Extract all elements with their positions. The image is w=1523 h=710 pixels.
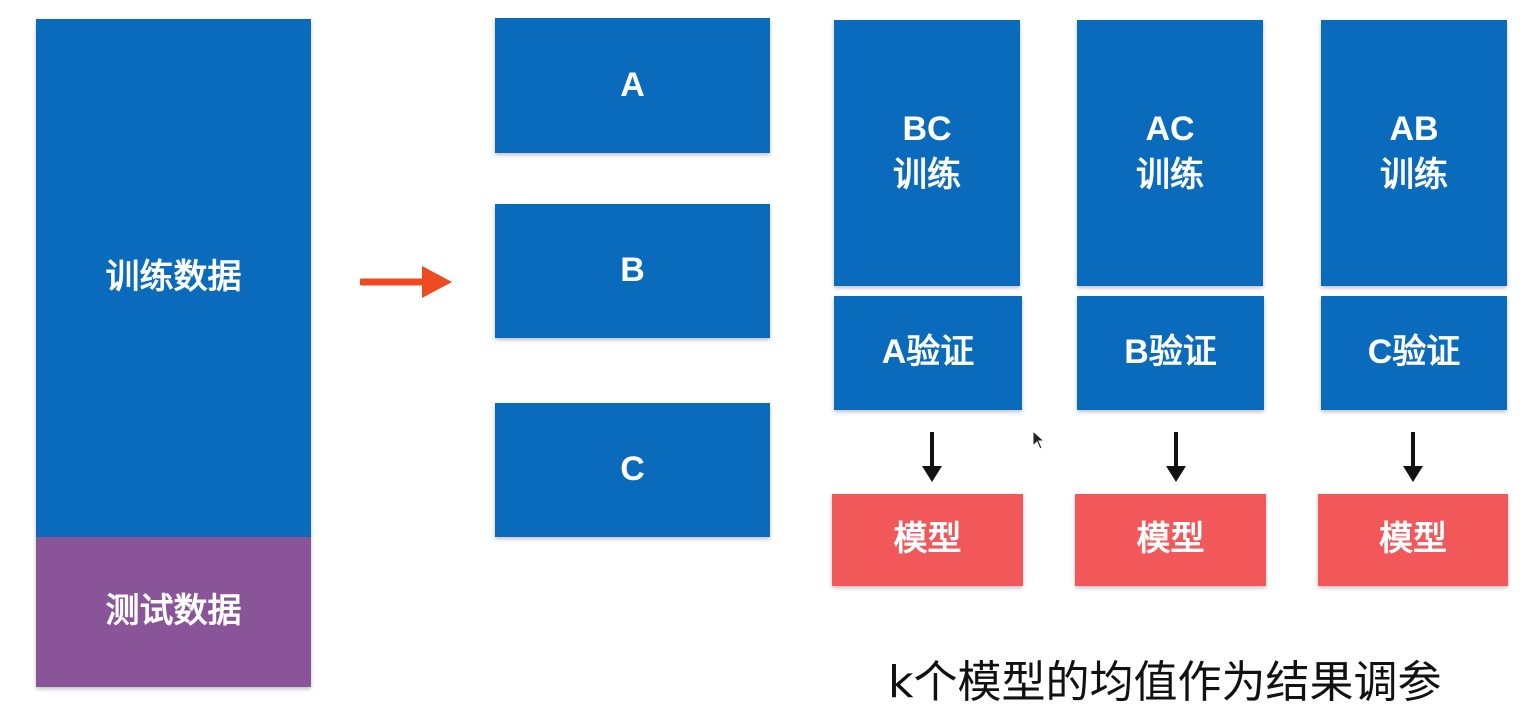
right-arrow-icon xyxy=(360,266,452,298)
column-1-train-bottom: 训练 xyxy=(893,156,961,194)
test-data-block: 测试数据 xyxy=(36,537,311,687)
column-3-validate-label: C验证 xyxy=(1367,333,1461,372)
column-1-down-arrow-icon xyxy=(922,432,942,482)
column-1-train-top: BC xyxy=(902,110,952,149)
test-data-label: 测试数据 xyxy=(105,592,242,631)
fold-b-block: B xyxy=(495,204,770,338)
column-2-model-label: 模型 xyxy=(1136,520,1205,559)
column-2-down-arrow-icon xyxy=(1166,432,1186,482)
training-data-label: 训练数据 xyxy=(105,258,242,297)
column-1-model-block: 模型 xyxy=(832,494,1023,586)
column-3-model-block: 模型 xyxy=(1318,494,1508,586)
column-2-train-block: AC 训练 xyxy=(1077,20,1263,286)
caption-text: k个模型的均值作为结果调参 xyxy=(888,657,1442,708)
fold-a-label: A xyxy=(620,65,645,104)
column-3-validate-block: C验证 xyxy=(1321,296,1507,410)
column-2-train-bottom: 训练 xyxy=(1136,156,1204,194)
fold-c-block: C xyxy=(495,403,770,537)
column-2-validate-label: B验证 xyxy=(1124,333,1217,372)
column-3-train-bottom: 训练 xyxy=(1380,156,1448,194)
fold-c-label: C xyxy=(620,450,645,489)
training-data-block: 训练数据 xyxy=(36,19,311,537)
column-1-model-label: 模型 xyxy=(893,520,962,559)
column-3-train-top: AB xyxy=(1389,110,1439,149)
column-2-validate-block: B验证 xyxy=(1077,296,1264,410)
column-3-down-arrow-icon xyxy=(1403,432,1423,482)
column-3-train-block: AB 训练 xyxy=(1321,20,1507,286)
column-1-train-block: BC 训练 xyxy=(834,20,1020,286)
column-2-model-block: 模型 xyxy=(1075,494,1266,586)
column-1-validate-block: A验证 xyxy=(834,296,1022,410)
column-2-train-top: AC xyxy=(1145,110,1195,149)
fold-b-label: B xyxy=(620,251,645,290)
mouse-cursor-icon xyxy=(1032,430,1046,450)
fold-a-block: A xyxy=(495,18,770,153)
column-1-validate-label: A验证 xyxy=(881,333,975,372)
column-3-model-label: 模型 xyxy=(1379,520,1447,559)
